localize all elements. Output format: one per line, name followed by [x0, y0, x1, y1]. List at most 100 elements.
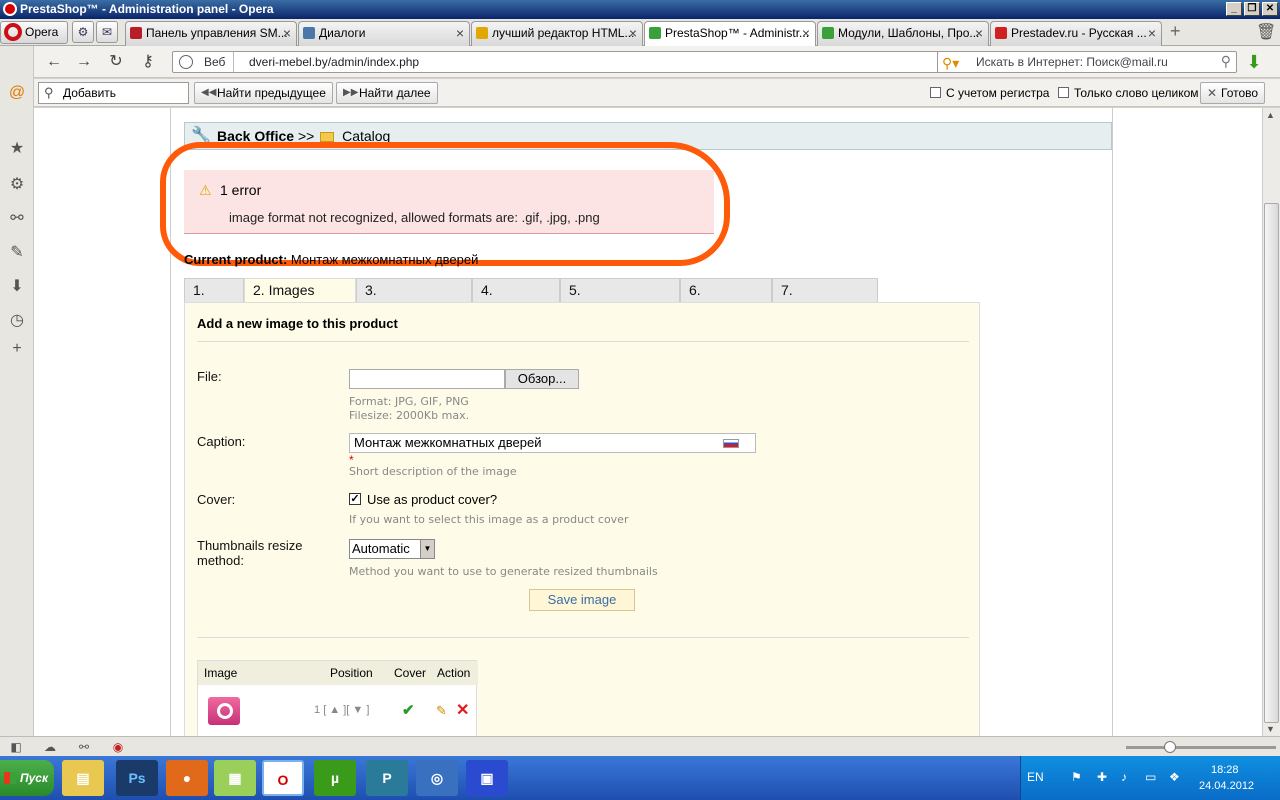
whole-word-checkbox[interactable]: Только слово целиком	[1058, 86, 1199, 100]
find-next-button[interactable]: ▶▶ Найти далее	[336, 82, 438, 104]
tray-volume-icon[interactable]: ♪	[1121, 770, 1135, 784]
settings-gear-icon[interactable]: ⚙	[8, 176, 26, 194]
browser-tab[interactable]: Диалоги ×	[298, 21, 470, 46]
search-go-icon[interactable]: ⚲	[1221, 51, 1231, 71]
product-tab[interactable]: 6. Discounts	[680, 278, 772, 320]
new-tab-icon[interactable]: +	[1170, 22, 1184, 40]
close-button[interactable]: ✕	[1262, 2, 1278, 16]
utorrent-taskbar-icon[interactable]: µ	[314, 760, 356, 796]
explorer-taskbar-icon[interactable]: ▤	[62, 760, 104, 796]
find-done-button[interactable]: ✕ Готово	[1200, 82, 1266, 104]
zoom-slider-knob[interactable]	[1164, 741, 1176, 753]
find-input-value: Добавить	[63, 86, 117, 100]
search-field[interactable]: ⚲▾ Искать в Интернет: Поиск@mail.ru ⚲	[937, 51, 1237, 73]
unite-icon[interactable]: ⚯	[8, 210, 26, 228]
tray-sync-icon[interactable]: ❖	[1169, 770, 1183, 784]
tab-close-icon[interactable]: ×	[629, 22, 637, 45]
tab-close-icon[interactable]: ×	[975, 22, 983, 45]
product-tab[interactable]: 5. Customization	[560, 278, 680, 320]
key-icon[interactable]: ⚷	[138, 52, 158, 72]
ftp-client-taskbar-icon[interactable]: P	[366, 760, 408, 796]
browser-tab[interactable]: PrestaShop™ - Administr... ×	[644, 21, 816, 46]
find-input[interactable]: ⚲ Добавить	[38, 82, 189, 104]
edit-pencil-icon[interactable]: ✎	[436, 703, 447, 719]
panel-toggle-icon[interactable]: ◧	[8, 739, 24, 755]
language-indicator[interactable]: EN	[1027, 770, 1044, 784]
current-product-label: Current product:	[184, 252, 288, 267]
browser-tab[interactable]: Prestadev.ru - Русская ... ×	[990, 21, 1162, 46]
opera-menu-button[interactable]: Opera	[0, 21, 68, 44]
history-clock-icon[interactable]: ◷	[8, 312, 26, 330]
product-tabs: 1. Info.2. Images3. Combinations4. Featu…	[184, 278, 878, 320]
tab-close-icon[interactable]: ×	[283, 22, 291, 45]
mail-ru-icon[interactable]: @	[8, 84, 26, 102]
browser-tab[interactable]: Панель управления SM... ×	[125, 21, 297, 46]
back-icon[interactable]: ←	[44, 52, 64, 72]
file-input[interactable]	[349, 369, 505, 389]
tray-antivirus-icon[interactable]: ✚	[1097, 770, 1111, 784]
vertical-scrollbar[interactable]: ▲ ▼	[1262, 108, 1280, 736]
product-tab[interactable]: 1. Info.	[184, 278, 244, 320]
clock-date[interactable]: 24.04.2012	[1199, 780, 1254, 792]
opera-taskbar-icon[interactable]: O	[262, 760, 304, 796]
start-label: Пуск	[20, 771, 49, 785]
caption-input[interactable]: Монтаж межкомнатных дверей	[349, 433, 756, 453]
scroll-up-icon[interactable]: ▲	[1266, 110, 1275, 120]
sticky-notes-taskbar-icon[interactable]: ▦	[214, 760, 256, 796]
product-tab[interactable]: 4. Features	[472, 278, 560, 320]
maximize-button[interactable]: ❐	[1244, 2, 1260, 16]
turbo-icon[interactable]: ◉	[110, 739, 126, 755]
product-tab[interactable]: 3. Combinations	[356, 278, 472, 320]
download-icon[interactable]: ⬇	[1244, 52, 1264, 72]
match-case-checkbox[interactable]: С учетом регистра	[930, 86, 1049, 100]
scroll-down-icon[interactable]: ▼	[1266, 724, 1275, 734]
add-panel-icon[interactable]: +	[8, 340, 26, 358]
find-done-label: Готово	[1221, 86, 1259, 100]
tab-close-icon[interactable]: ×	[1148, 22, 1156, 45]
forward-icon[interactable]: →	[74, 52, 94, 72]
clock-time[interactable]: 18:28	[1211, 764, 1239, 776]
search-engine-icon[interactable]: ⚲▾	[942, 53, 959, 73]
address-bar[interactable]: Веб dveri-mebel.by/admin/index.php ★	[172, 51, 967, 73]
browser-tab[interactable]: лучший редактор HTML... ×	[471, 21, 643, 46]
product-tab[interactable]: 2. Images	[244, 278, 356, 302]
start-button[interactable]: Пуск	[0, 760, 54, 796]
firefox-taskbar-icon[interactable]: ●	[166, 760, 208, 796]
cloud-icon[interactable]: ☁	[42, 739, 58, 755]
opera-logo-icon	[3, 2, 17, 16]
mail-icon[interactable]: ✉	[96, 21, 118, 43]
save-image-button[interactable]: Save image	[529, 589, 635, 611]
cover-check-icon[interactable]: ✔	[402, 701, 415, 719]
browser-tab[interactable]: Модули, Шаблоны, Про... ×	[817, 21, 989, 46]
zoom-slider[interactable]	[1126, 741, 1276, 753]
browse-button[interactable]: Обзор...	[505, 369, 579, 389]
trash-icon[interactable]: 🗑	[1256, 22, 1276, 42]
unite-status-icon[interactable]: ⚯	[76, 739, 92, 755]
find-previous-button[interactable]: ◀◀ Найти предыдущее	[194, 82, 333, 104]
position-arrows[interactable]: [ ▲ ][ ▼ ]	[323, 704, 369, 716]
tray-display-icon[interactable]: ▭	[1145, 770, 1159, 784]
photoshop-taskbar-icon[interactable]: Ps	[116, 760, 158, 796]
tab-close-icon[interactable]: ×	[456, 22, 464, 45]
tab-favicon-icon	[476, 27, 488, 39]
product-thumbnail[interactable]	[208, 697, 240, 725]
divider	[197, 637, 969, 638]
cover-checkbox[interactable]: ✓	[349, 493, 361, 505]
minimize-button[interactable]: _	[1226, 2, 1242, 16]
save-disk-taskbar-icon[interactable]: ▣	[466, 760, 508, 796]
downloads-icon[interactable]: ⬇	[8, 278, 26, 296]
product-tab[interactable]: 7. Attachments	[772, 278, 878, 320]
tab-close-icon[interactable]: ×	[802, 22, 810, 45]
media-taskbar-icon[interactable]: ◎	[416, 760, 458, 796]
scrollbar-thumb[interactable]	[1264, 203, 1279, 723]
tray-network-icon[interactable]: ⚑	[1071, 770, 1085, 784]
resize-method-select[interactable]: Automatic ▼	[349, 539, 435, 559]
delete-icon[interactable]: ✕	[456, 700, 469, 720]
address-url[interactable]: dveri-mebel.by/admin/index.php	[249, 52, 419, 72]
tab-favicon-icon	[995, 27, 1007, 39]
speed-dial-icon[interactable]: ⚙	[72, 21, 94, 43]
notes-icon[interactable]: ✎	[8, 244, 26, 262]
reload-icon[interactable]: ↻	[106, 52, 126, 72]
bookmarks-star-icon[interactable]: ★	[8, 140, 26, 158]
russian-flag-icon[interactable]	[723, 439, 739, 448]
